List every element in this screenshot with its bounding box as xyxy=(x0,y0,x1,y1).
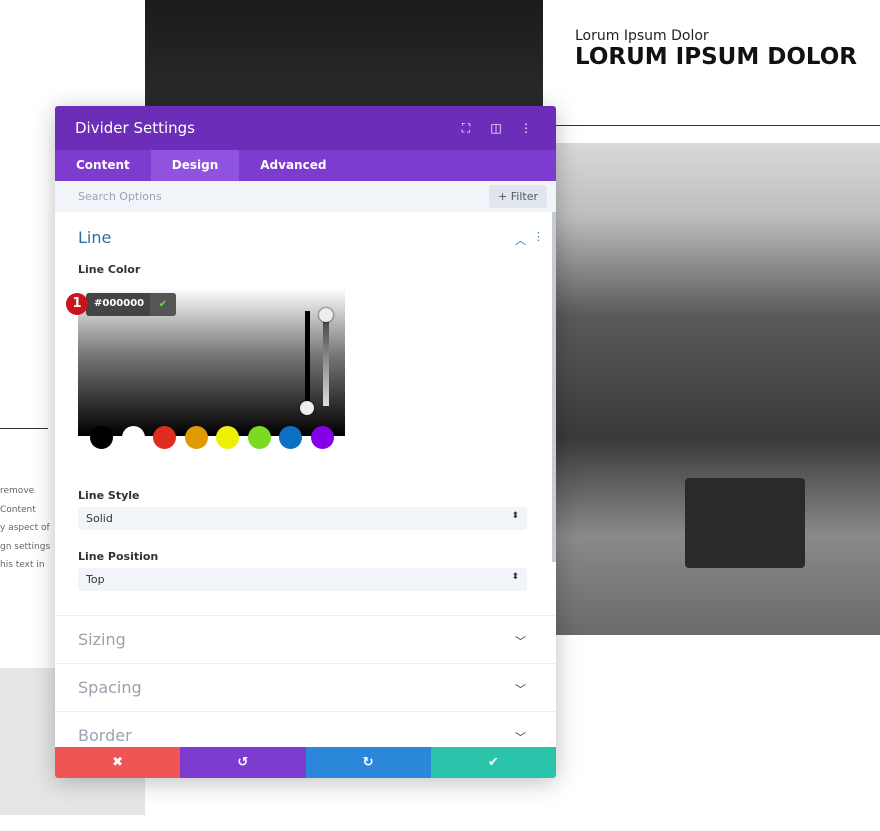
hex-value: #000000 xyxy=(94,298,145,309)
swatch-blue[interactable] xyxy=(279,426,302,449)
tab-design[interactable]: Design xyxy=(150,150,240,181)
right-heading-small: Lorum Ipsum Dolor xyxy=(575,28,709,44)
right-heading-large: LORUM IPSUM DOLOR xyxy=(575,44,857,70)
hue-slider[interactable] xyxy=(305,311,310,406)
panel-body: Line ︿ ⋮ Line Color #000000 ✔ 1 Line Styl… xyxy=(55,212,556,747)
panel-footer: ✖ ↺ ↻ ✔ xyxy=(55,747,556,778)
line-style-select[interactable]: Solid ⬍ xyxy=(78,507,527,530)
line-color-label: Line Color xyxy=(78,263,141,276)
line-style-value: Solid xyxy=(86,512,113,525)
panel-title: Divider Settings xyxy=(75,119,195,137)
background-dark-image xyxy=(145,0,543,106)
opacity-slider[interactable] xyxy=(323,318,329,406)
line-position-select[interactable]: Top ⬍ xyxy=(78,568,527,591)
tab-content[interactable]: Content xyxy=(55,150,151,181)
section-divider xyxy=(55,663,556,664)
hue-slider-handle[interactable] xyxy=(300,401,314,415)
fullscreen-icon[interactable]: ⛶ xyxy=(456,121,476,136)
undo-button[interactable]: ↺ xyxy=(180,747,306,778)
filter-button[interactable]: + Filter xyxy=(489,185,547,208)
more-vertical-icon[interactable]: ⋮ xyxy=(533,230,544,243)
line-style-label: Line Style xyxy=(78,489,140,502)
split-view-icon[interactable]: ◫ xyxy=(486,121,506,135)
select-arrows-icon: ⬍ xyxy=(511,511,519,521)
save-button[interactable]: ✔ xyxy=(430,747,556,778)
line-position-value: Top xyxy=(86,573,105,586)
swatch-purple[interactable] xyxy=(311,426,334,449)
left-divider-line xyxy=(0,428,48,429)
scrollbar[interactable] xyxy=(552,212,556,562)
divider-settings-panel: Divider Settings ⛶ ◫ ⋮ Content Design Ad… xyxy=(55,106,556,778)
search-bar: Search Options + Filter xyxy=(55,181,556,212)
line-position-label: Line Position xyxy=(78,550,159,563)
text-line: gn settings xyxy=(0,541,51,552)
divider-line xyxy=(556,125,880,126)
cancel-button[interactable]: ✖ xyxy=(55,747,181,778)
text-line: Content xyxy=(0,504,36,515)
hex-input[interactable]: #000000 ✔ xyxy=(86,293,176,316)
swatch-green[interactable] xyxy=(248,426,271,449)
redo-button[interactable]: ↻ xyxy=(305,747,431,778)
text-line: y aspect of xyxy=(0,523,50,533)
step-badge: 1 xyxy=(66,293,88,315)
section-divider xyxy=(55,615,556,616)
chevron-up-icon[interactable]: ︿ xyxy=(515,232,526,248)
color-picker[interactable]: #000000 ✔ 1 xyxy=(66,288,345,449)
swatch-orange[interactable] xyxy=(185,426,208,449)
more-vertical-icon[interactable]: ⋮ xyxy=(516,121,536,135)
section-title-border[interactable]: Border xyxy=(78,726,132,745)
text-line: remove xyxy=(0,486,35,496)
jeep-shape xyxy=(685,478,805,568)
left-body-text: remove Content y aspect of gn settings h… xyxy=(0,482,55,575)
opacity-slider-handle[interactable] xyxy=(319,308,333,322)
panel-header[interactable]: Divider Settings ⛶ ◫ ⋮ xyxy=(55,106,556,150)
chevron-down-icon[interactable]: ﹀ xyxy=(515,681,526,697)
tab-advanced[interactable]: Advanced xyxy=(239,150,347,181)
select-arrows-icon: ⬍ xyxy=(511,572,519,582)
swatch-red[interactable] xyxy=(153,426,176,449)
section-title-spacing[interactable]: Spacing xyxy=(78,678,142,697)
chevron-down-icon[interactable]: ﹀ xyxy=(515,729,526,745)
check-icon[interactable]: ✔ xyxy=(150,293,176,316)
chevron-down-icon[interactable]: ﹀ xyxy=(515,633,526,649)
text-line: his text in xyxy=(0,560,45,570)
tab-bar: Content Design Advanced xyxy=(55,150,556,181)
swatch-white[interactable] xyxy=(122,426,145,449)
section-title-line[interactable]: Line xyxy=(78,228,111,247)
section-divider xyxy=(55,711,556,712)
search-input[interactable]: Search Options xyxy=(78,190,489,203)
section-title-sizing[interactable]: Sizing xyxy=(78,630,126,649)
swatch-yellow[interactable] xyxy=(216,426,239,449)
swatch-black[interactable] xyxy=(90,426,113,449)
